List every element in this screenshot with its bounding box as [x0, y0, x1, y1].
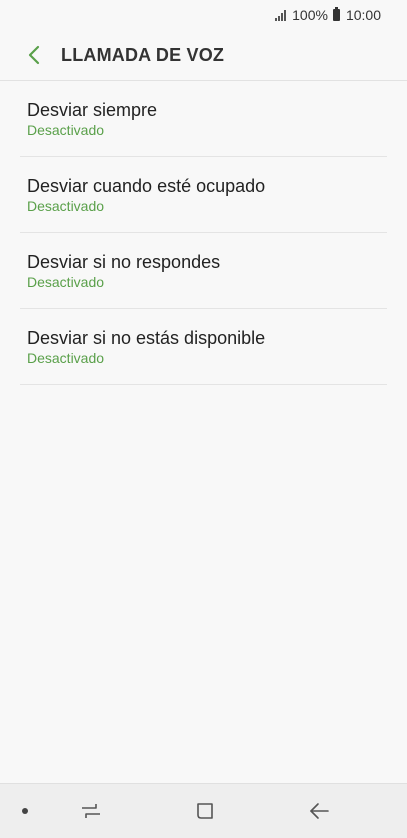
- setting-forward-unreachable[interactable]: Desviar si no estás disponible Desactiva…: [20, 309, 387, 385]
- arrow-back-icon: [310, 803, 329, 819]
- recents-button[interactable]: [76, 796, 106, 826]
- recents-icon: [82, 804, 100, 818]
- nav-back-button[interactable]: [304, 796, 334, 826]
- setting-status: Desactivado: [27, 197, 105, 214]
- nav-dot-icon: [22, 808, 28, 814]
- setting-status: Desactivado: [27, 349, 105, 366]
- battery-icon: [332, 7, 340, 21]
- setting-forward-always[interactable]: Desviar siempre Desactivado: [20, 81, 387, 157]
- setting-title: Desviar si no estás disponible: [27, 327, 266, 348]
- home-icon: [197, 803, 213, 819]
- app-bar: LLAMADA DE VOZ: [0, 30, 407, 81]
- status-bar: 100% 10:00: [0, 0, 407, 30]
- setting-forward-no-answer[interactable]: Desviar si no respondes Desactivado: [20, 233, 387, 309]
- battery-percentage: 100%: [292, 7, 328, 23]
- home-button[interactable]: [190, 796, 220, 826]
- clock: 10:00: [345, 7, 381, 23]
- setting-title: Desviar si no respondes: [27, 251, 221, 272]
- setting-status: Desactivado: [27, 273, 105, 290]
- setting-title: Desviar cuando esté ocupado: [27, 175, 266, 196]
- page-title: LLAMADA DE VOZ: [61, 44, 225, 65]
- setting-title: Desviar siempre: [27, 99, 158, 120]
- navigation-bar: [0, 783, 407, 838]
- back-button[interactable]: [16, 37, 52, 73]
- settings-list: Desviar siempre Desactivado Desviar cuan…: [20, 81, 387, 385]
- setting-forward-busy[interactable]: Desviar cuando esté ocupado Desactivado: [20, 157, 387, 233]
- chevron-left-icon: [28, 45, 40, 65]
- signal-icon: [275, 9, 287, 21]
- setting-status: Desactivado: [27, 121, 105, 138]
